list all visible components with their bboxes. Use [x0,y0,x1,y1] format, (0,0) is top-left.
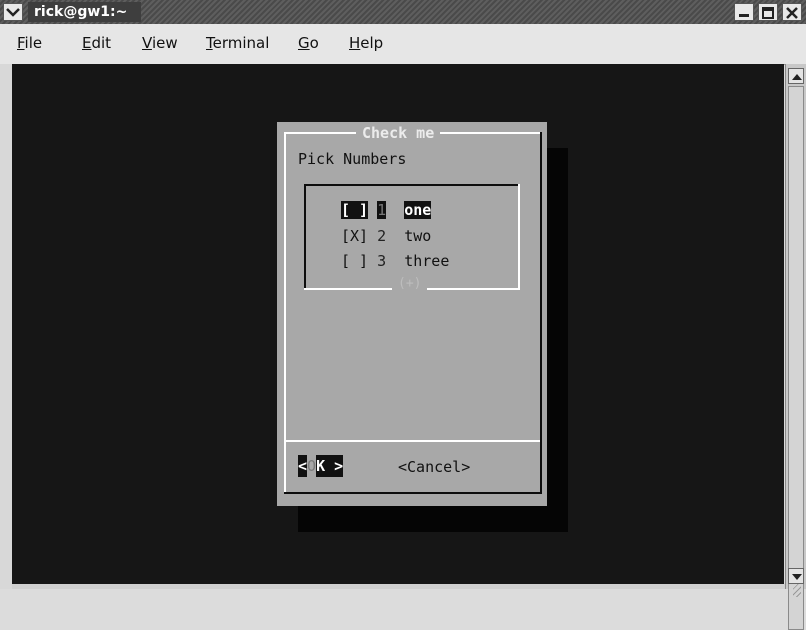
menu-help[interactable]: Help [349,34,383,52]
menu-view-label: iew [151,34,178,52]
maximize-icon [762,7,774,19]
checklist-dialog [277,122,547,506]
minimize-button[interactable] [734,3,754,21]
dialog-separator [284,440,540,442]
menu-file[interactable]: File [17,34,42,52]
ok-button-hotkey: O [307,455,317,477]
menu-terminal[interactable]: Terminal [206,34,269,52]
checkbox[interactable]: [X] [341,227,368,245]
checklist-item[interactable]: [X] 2 two [341,227,431,245]
scroll-more-indicator: (+) [392,276,428,291]
item-label: two [404,227,432,245]
dialog-frame-bottom [284,492,542,494]
item-tag: 1 [377,201,387,219]
ok-button-label: K [316,455,326,477]
menu-go[interactable]: Go [298,34,319,52]
menu-help-label: elp [360,34,384,52]
arrow-down-icon [792,574,802,580]
dialog-separator-end [540,440,542,444]
arrow-up-icon [792,74,802,80]
checkbox[interactable]: [ ] [341,252,368,270]
scroll-down-button[interactable] [788,568,804,584]
checklist-item[interactable]: [ ] 1 one [341,201,432,219]
item-tag: 2 [377,227,387,245]
cancel-button[interactable]: <Cancel> [398,458,470,476]
ok-button[interactable]: <OK > [298,455,344,479]
menu-go-label: o [309,34,319,52]
item-tag: 3 [377,252,387,270]
ok-button-open: < [298,455,308,477]
scroll-up-button[interactable] [788,68,804,84]
item-label: one [404,201,432,219]
menu-terminal-label: erminal [212,34,270,52]
menu-view-mnemonic: V [142,34,152,52]
window-bottom-edge [12,584,806,589]
menu-edit[interactable]: Edit [82,34,111,52]
close-button[interactable] [782,3,802,21]
menu-terminal-mnemonic: T [206,34,213,52]
chevron-down-icon [6,8,20,17]
menu-file-mnemonic: F [17,34,25,52]
window-menu-button[interactable] [3,3,23,21]
checklist-item[interactable]: [ ] 3 three [341,252,449,270]
menu-view[interactable]: View [142,34,178,52]
maximize-button[interactable] [758,3,778,21]
menu-file-label: ile [24,34,43,52]
menu-bar: File Edit View Terminal Go Help [0,24,806,65]
window-title: rick@gw1:~ [28,2,142,22]
list-frame-top [304,184,518,186]
minimize-icon [739,14,749,17]
checkbox[interactable]: [ ] [341,201,369,219]
ok-button-close: > [334,455,344,477]
close-icon [786,7,798,19]
dialog-prompt: Pick Numbers [298,150,407,168]
scrollbar-thumb[interactable] [788,86,804,630]
list-frame-left [304,184,306,290]
item-label: three [404,252,450,270]
vertical-scrollbar[interactable] [785,64,806,630]
window-titlebar: rick@gw1:~ [0,0,806,25]
dialog-title: Check me [356,124,441,142]
menu-help-mnemonic: H [349,34,361,52]
menu-go-mnemonic: G [298,34,310,52]
menu-edit-label: dit [91,34,112,52]
list-frame-right [518,184,520,290]
window-left-edge [0,64,12,589]
